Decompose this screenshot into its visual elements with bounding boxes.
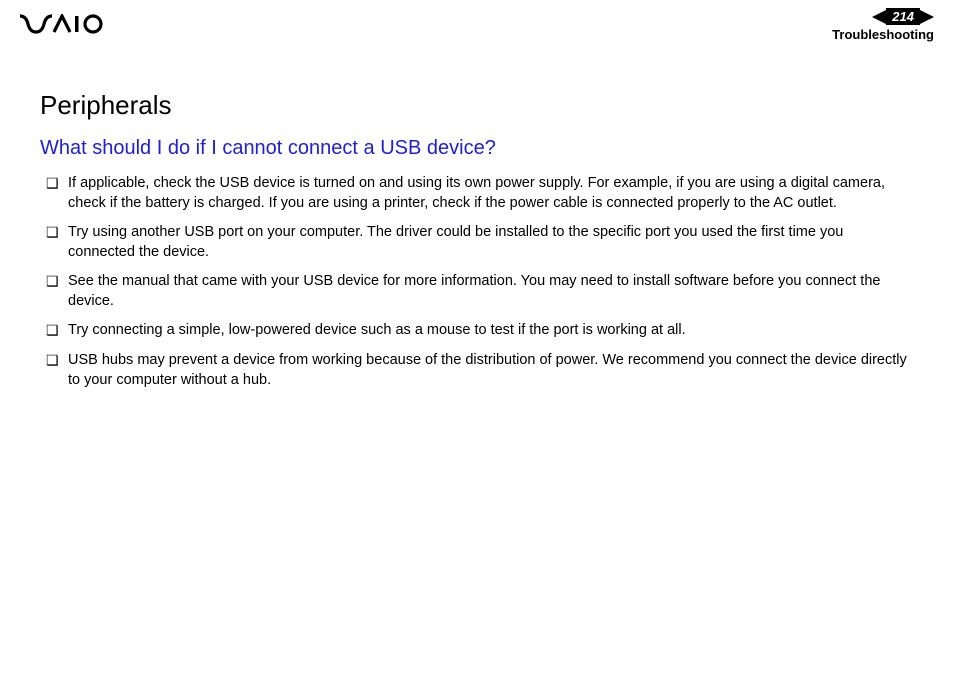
header-right: 214 Troubleshooting [832,8,934,42]
section-label: Troubleshooting [832,27,934,42]
bullet-text: If applicable, check the USB device is t… [68,174,914,213]
vaio-logo [20,14,110,39]
bullet-text: See the manual that came with your USB d… [68,272,914,311]
bullet-icon: ❑ [46,351,68,369]
page-subtitle: What should I do if I cannot connect a U… [40,137,914,160]
list-item: ❑ If applicable, check the USB device is… [46,174,914,213]
page-number: 214 [886,8,920,25]
bullet-text: Try connecting a simple, low-powered dev… [68,321,914,341]
page-content: Peripherals What should I do if I cannot… [0,40,954,390]
bullet-icon: ❑ [46,174,68,192]
list-item: ❑ Try connecting a simple, low-powered d… [46,321,914,341]
page-header: 214 Troubleshooting [0,0,954,40]
next-page-arrow-icon[interactable] [920,10,934,24]
bullet-icon: ❑ [46,272,68,290]
bullet-list: ❑ If applicable, check the USB device is… [40,174,914,390]
list-item: ❑ USB hubs may prevent a device from wor… [46,351,914,390]
bullet-icon: ❑ [46,321,68,339]
bullet-text: Try using another USB port on your compu… [68,223,914,262]
page-navigation: 214 [872,8,934,25]
list-item: ❑ Try using another USB port on your com… [46,223,914,262]
prev-page-arrow-icon[interactable] [872,10,886,24]
bullet-icon: ❑ [46,223,68,241]
list-item: ❑ See the manual that came with your USB… [46,272,914,311]
bullet-text: USB hubs may prevent a device from worki… [68,351,914,390]
page-title: Peripherals [40,90,914,121]
